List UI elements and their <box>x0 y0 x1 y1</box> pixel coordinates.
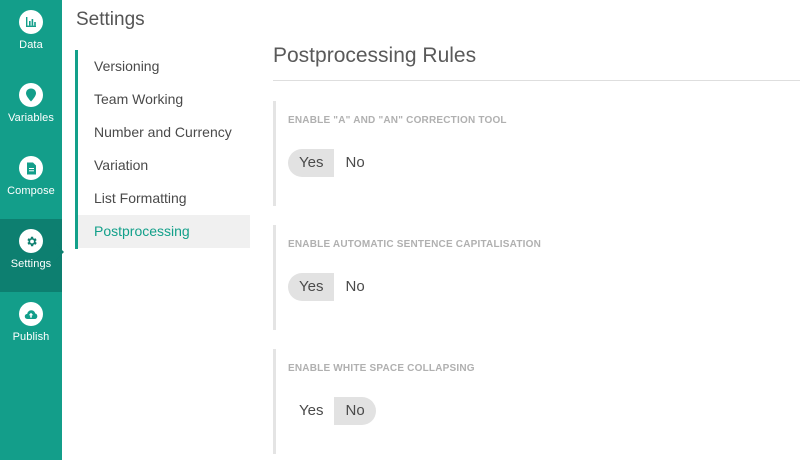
no-option[interactable]: No <box>334 397 376 425</box>
rail-item-label: Data <box>19 39 43 51</box>
settings-title: Settings <box>76 9 145 30</box>
rail-item-label: Settings <box>10 258 52 270</box>
rule-a-an-correction: ENABLE "A" AND "AN" CORRECTION TOOL Yes … <box>273 101 800 206</box>
no-option[interactable]: No <box>334 149 375 177</box>
rule-label: ENABLE WHITE SPACE COLLAPSING <box>288 363 475 374</box>
page-title: Postprocessing Rules <box>273 44 477 67</box>
yes-option[interactable]: Yes <box>288 397 334 425</box>
rail-item-variables[interactable]: Variables <box>0 73 62 146</box>
yes-option[interactable]: Yes <box>288 273 335 301</box>
document-icon <box>19 156 43 180</box>
settings-nav-list-formatting[interactable]: List Formatting <box>78 182 250 215</box>
rule-white-space-collapsing: ENABLE WHITE SPACE COLLAPSING Yes No <box>273 349 800 454</box>
settings-nav: Versioning Team Working Number and Curre… <box>75 50 250 249</box>
yes-no-toggle: Yes No <box>288 149 376 177</box>
rail-item-compose[interactable]: Compose <box>0 146 62 219</box>
rail-item-label: Compose <box>7 185 55 197</box>
rule-sentence-capitalisation: ENABLE AUTOMATIC SENTENCE CAPITALISATION… <box>273 225 800 330</box>
rail-item-label: Publish <box>12 331 50 343</box>
rail-item-data[interactable]: Data <box>0 0 62 73</box>
settings-nav-number-and-currency[interactable]: Number and Currency <box>78 116 250 149</box>
rail-item-label: Variables <box>8 112 54 124</box>
yes-option[interactable]: Yes <box>288 149 335 177</box>
settings-nav-variation[interactable]: Variation <box>78 149 250 182</box>
no-option[interactable]: No <box>334 273 375 301</box>
settings-nav-postprocessing[interactable]: Postprocessing <box>78 215 250 248</box>
active-pointer <box>56 244 64 260</box>
rule-label: ENABLE "A" AND "AN" CORRECTION TOOL <box>288 115 507 126</box>
chart-icon <box>19 10 43 34</box>
app-rail: Data Variables Compose Settings Publish <box>0 0 64 460</box>
map-pin-icon <box>19 83 43 107</box>
rail-item-settings[interactable]: Settings <box>0 219 62 292</box>
cloud-upload-icon <box>19 302 43 326</box>
settings-nav-team-working[interactable]: Team Working <box>78 83 250 116</box>
settings-nav-versioning[interactable]: Versioning <box>78 50 250 83</box>
yes-no-toggle: Yes No <box>288 273 376 301</box>
title-divider <box>273 80 800 81</box>
gear-icon <box>19 229 43 253</box>
rule-label: ENABLE AUTOMATIC SENTENCE CAPITALISATION <box>288 239 541 250</box>
yes-no-toggle: Yes No <box>288 397 376 425</box>
rail-item-publish[interactable]: Publish <box>0 292 62 365</box>
